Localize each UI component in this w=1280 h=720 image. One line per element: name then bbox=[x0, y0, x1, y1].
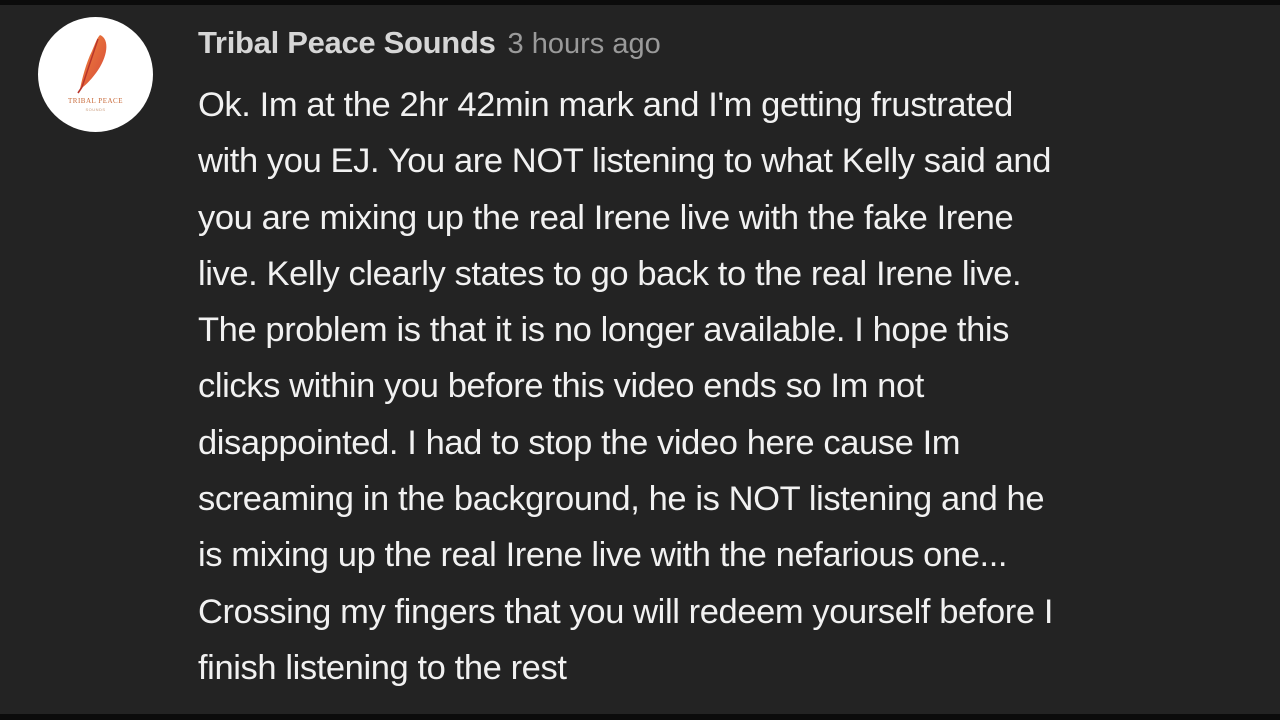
comment-text-line: live. Kelly clearly states to go back to… bbox=[198, 254, 1022, 293]
feather-logo-icon bbox=[77, 35, 107, 94]
avatar[interactable]: TRIBAL PEACE SOUNDS bbox=[38, 17, 153, 132]
comment-text-line: finish listening to the rest bbox=[198, 648, 567, 687]
comment-header: Tribal Peace Sounds 3 hours ago bbox=[198, 25, 1258, 65]
comment-text: Ok. Im at the 2hr 42min mark and I'm get… bbox=[198, 77, 1258, 696]
comment-timestamp[interactable]: 3 hours ago bbox=[508, 28, 661, 61]
comment-text-line: clicks within you before this video ends… bbox=[198, 367, 924, 406]
comment-text-line: you are mixing up the real Irene live wi… bbox=[198, 198, 1014, 237]
avatar-logo-text: TRIBAL PEACE bbox=[68, 97, 123, 105]
comment-text-line: disappointed. I had to stop the video he… bbox=[198, 423, 961, 462]
comment-text-line: Crossing my fingers that you will redeem… bbox=[198, 592, 1054, 631]
comment-author[interactable]: Tribal Peace Sounds bbox=[198, 25, 496, 61]
comment-item: TRIBAL PEACE SOUNDS Tribal Peace Sounds … bbox=[38, 17, 1258, 696]
comment-screenshot-frame: TRIBAL PEACE SOUNDS Tribal Peace Sounds … bbox=[0, 0, 1280, 720]
comment-text-line: is mixing up the real Irene live with th… bbox=[198, 536, 1008, 575]
comment-text-line: Ok. Im at the 2hr 42min mark and I'm get… bbox=[198, 86, 1013, 124]
comment-text-line: screaming in the background, he is NOT l… bbox=[198, 480, 1045, 519]
comment-content: Tribal Peace Sounds 3 hours ago Ok. Im a… bbox=[198, 17, 1258, 696]
comment-text-line: with you EJ. You are NOT listening to wh… bbox=[198, 142, 1051, 181]
avatar-logo-subtext: SOUNDS bbox=[85, 107, 106, 112]
comment-text-line: The problem is that it is no longer avai… bbox=[198, 311, 1010, 350]
